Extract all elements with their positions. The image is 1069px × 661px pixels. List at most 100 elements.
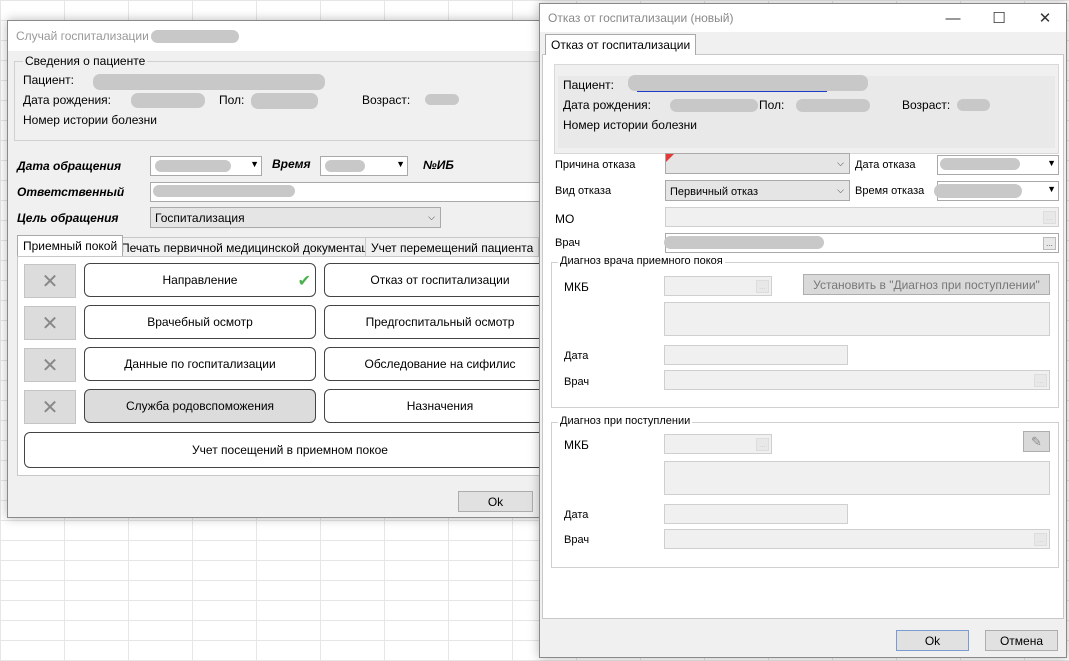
visit-date-field[interactable]: ▼ (150, 156, 262, 176)
er-diagnosis-text[interactable] (664, 302, 1050, 336)
pre-exam-button[interactable]: Предгоспитальный осмотр (324, 305, 556, 339)
maximize-button[interactable]: ☐ (976, 4, 1022, 32)
adm-mkb-browse-button[interactable]: ... (756, 438, 769, 451)
sex-label: Пол: (219, 93, 245, 107)
w2-sex-redacted (796, 99, 870, 112)
minimize-button[interactable]: — (930, 4, 976, 32)
chevron-down-icon[interactable]: ⌵ (423, 208, 440, 227)
reason-combobox[interactable]: ⌵ (665, 153, 850, 174)
er-doctor-label: Врач (564, 376, 590, 388)
dob-redacted (131, 93, 205, 108)
adm-date-label: Дата (564, 509, 589, 521)
visit-date-dropdown-icon[interactable]: ▼ (250, 159, 259, 169)
ok-button[interactable]: Ok (458, 491, 533, 512)
time-label: Время (272, 157, 311, 171)
responsible-label: Ответственный (17, 185, 125, 199)
window-title: Случай госпитализации (16, 29, 149, 43)
doctor-redacted (664, 236, 824, 249)
dob-label: Дата рождения: (23, 93, 111, 107)
patient-label: Пациент: (23, 73, 75, 87)
age-label: Возраст: (362, 93, 411, 107)
adm-doctor-label: Врач (564, 534, 590, 546)
exam-button[interactable]: Врачебный осмотр (84, 305, 316, 339)
w2-sex-label: Пол: (759, 98, 785, 112)
close-button[interactable]: ✕ (1022, 4, 1068, 32)
adm-doctor-browse-button[interactable]: ... (1034, 533, 1047, 546)
w2-age-label: Возраст: (902, 98, 951, 112)
w2-dob-label: Дата рождения: (563, 98, 651, 112)
obstetric-cancel-button[interactable]: ✕ (24, 390, 76, 424)
mo-field[interactable]: ... (665, 207, 1059, 227)
tab-movements[interactable]: Учет перемещений пациента (365, 237, 540, 258)
prescriptions-button[interactable]: Назначения (324, 389, 556, 423)
clear-diagnosis-button[interactable]: ✎ (1023, 431, 1050, 452)
visits-button[interactable]: Учет посещений в приемном покое (24, 432, 556, 468)
refusal-type-value: Первичный отказ (670, 186, 759, 198)
refusal-type-combobox[interactable]: Первичный отказ ⌵ (665, 180, 850, 201)
patient-info-group-title: Сведения о пациенте (23, 54, 148, 68)
time-redacted (325, 160, 365, 172)
eraser-icon: ✎ (1031, 433, 1042, 449)
hosp-data-button[interactable]: Данные по госпитализации (84, 347, 316, 381)
refusal-cancel-button[interactable]: Отмена (985, 630, 1058, 651)
w2-patient-name-redacted (628, 75, 868, 91)
adm-doctor-field[interactable]: ... (664, 529, 1050, 549)
tab-reception[interactable]: Приемный покой (17, 235, 124, 256)
exam-cancel-button[interactable]: ✕ (24, 306, 76, 340)
direction-label: Направление (162, 273, 238, 287)
refusal-window-title: Отказ от госпитализации (новый) (548, 11, 734, 25)
tab-print-docs[interactable]: Печать первичной медицинской документаци… (115, 237, 388, 258)
purpose-value: Госпитализация (155, 211, 245, 225)
reason-chevron-icon[interactable]: ⌵ (832, 154, 849, 173)
adm-date-field[interactable] (664, 504, 848, 524)
refusal-date-dropdown-icon[interactable]: ▼ (1047, 158, 1056, 168)
er-mkb-label: МКБ (564, 280, 589, 294)
refusal-ok-button[interactable]: Ok (896, 630, 969, 651)
check-icon: ✔ (297, 273, 311, 290)
purpose-combobox[interactable]: Госпитализация ⌵ (150, 207, 441, 228)
er-date-label: Дата (564, 350, 589, 362)
doctor-browse-button[interactable]: ... (1043, 237, 1056, 250)
w2-history-label: Номер истории болезни (563, 118, 697, 132)
refusal-type-chevron-icon[interactable]: ⌵ (832, 181, 849, 200)
adm-mkb-label: МКБ (564, 438, 589, 452)
adm-diagnosis-text[interactable] (664, 461, 1050, 495)
mo-label: МО (555, 212, 575, 226)
refusal-time-dropdown-icon[interactable]: ▼ (1047, 184, 1056, 194)
er-date-field[interactable] (664, 345, 848, 365)
refusal-time-field[interactable]: ▼ (934, 181, 1059, 201)
doctor-field[interactable]: ... (664, 233, 1059, 253)
tab-refusal[interactable]: Отказ от госпитализации (545, 34, 697, 55)
history-label: Номер истории болезни (23, 113, 157, 127)
direction-button[interactable]: Направление ✔ (84, 263, 316, 297)
er-doctor-field[interactable]: ... (664, 370, 1050, 390)
doctor-label: Врач (555, 237, 581, 249)
required-flag-icon (666, 154, 674, 162)
mo-browse-button[interactable]: ... (1043, 211, 1056, 224)
obstetric-button[interactable]: Служба родовспоможения (84, 389, 316, 423)
reason-label: Причина отказа (555, 159, 636, 171)
set-admission-diagnosis-button[interactable]: Установить в "Диагноз при поступлении" (803, 274, 1050, 295)
refusal-button[interactable]: Отказ от госпитализации (324, 263, 556, 297)
sex-redacted (251, 93, 318, 109)
er-mkb-browse-button[interactable]: ... (756, 280, 769, 293)
responsible-field[interactable] (150, 182, 541, 202)
patient-link-underline (637, 91, 827, 92)
time-dropdown-icon[interactable]: ▼ (396, 159, 405, 169)
refusal-window: Отказ от госпитализации (новый) — ☐ ✕ От… (539, 3, 1067, 658)
syphilis-button[interactable]: Обследование на сифилис (324, 347, 556, 381)
patient-name-redacted (93, 74, 325, 90)
redacted-title-text (150, 29, 239, 43)
purpose-label: Цель обращения (17, 211, 119, 225)
w2-patient-label: Пациент: (563, 78, 615, 92)
title-bar[interactable]: Случай госпитализации (8, 21, 539, 51)
refusal-date-field[interactable]: ▼ (937, 155, 1059, 175)
er-mkb-field[interactable]: ... (664, 276, 772, 296)
hosp-data-cancel-button[interactable]: ✕ (24, 348, 76, 382)
w2-age-redacted (957, 99, 990, 111)
w2-dob-redacted (670, 99, 758, 112)
time-field[interactable]: ▼ (320, 156, 408, 176)
adm-mkb-field[interactable]: ... (664, 434, 772, 454)
er-doctor-browse-button[interactable]: ... (1034, 374, 1047, 387)
direction-cancel-button[interactable]: ✕ (24, 264, 76, 298)
